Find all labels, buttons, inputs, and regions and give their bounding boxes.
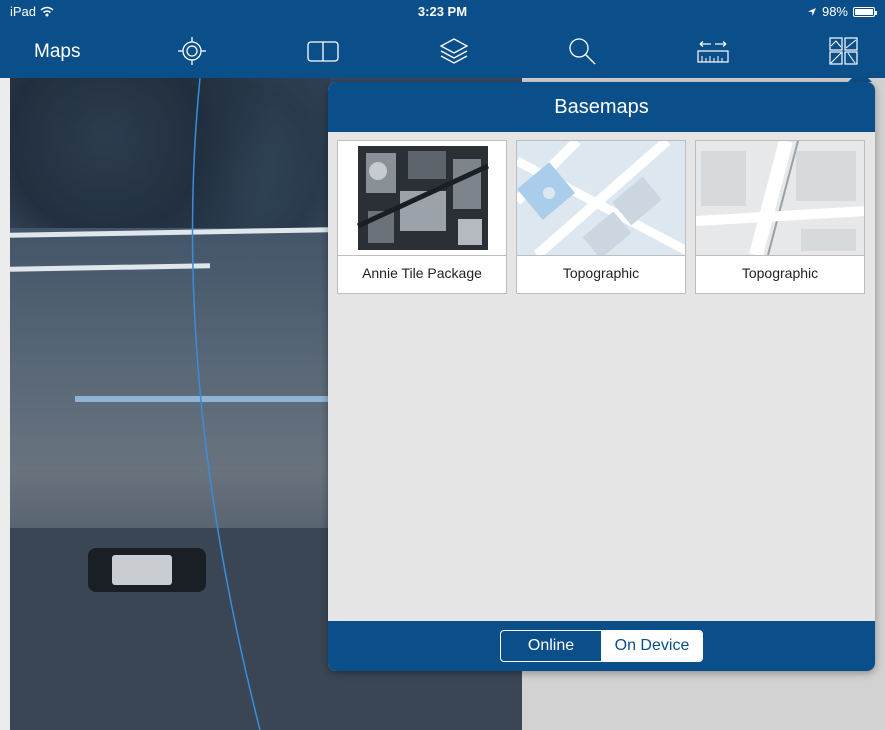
topographic-thumbnail xyxy=(517,141,685,256)
basemap-tile-annie-tile-package[interactable]: Annie Tile Package xyxy=(337,140,507,294)
battery-percent: 98% xyxy=(821,4,848,19)
maps-button[interactable]: Maps xyxy=(34,41,80,63)
segment-on-device[interactable]: On Device xyxy=(602,631,702,661)
topographic-thumbnail xyxy=(696,141,864,256)
aerial-thumbnail xyxy=(338,141,506,256)
basemap-gallery-icon[interactable] xyxy=(828,36,860,66)
location-arrow-icon xyxy=(807,7,816,16)
status-right: 98% xyxy=(807,4,877,19)
measure-icon[interactable] xyxy=(697,36,729,66)
popover-arrow xyxy=(848,70,872,82)
basemap-tile-label: Topographic xyxy=(741,265,819,281)
bookmarks-icon[interactable] xyxy=(307,36,339,66)
popover-title: Basemaps xyxy=(328,82,875,132)
source-segmented-control: Online On Device xyxy=(500,630,703,662)
app-toolbar: Maps xyxy=(0,24,885,78)
locate-icon[interactable] xyxy=(176,36,208,66)
basemap-tile-topographic[interactable]: Topographic xyxy=(516,140,686,294)
basemap-tile-label: Annie Tile Package xyxy=(362,265,482,281)
basemaps-popover: Basemaps Annie Tile Package Topographic … xyxy=(328,82,875,671)
basemap-tile-topographic[interactable]: Topographic xyxy=(695,140,865,294)
popover-footer: Online On Device xyxy=(328,621,875,671)
layers-icon[interactable] xyxy=(438,36,470,66)
segment-online[interactable]: Online xyxy=(501,631,602,661)
status-bar: iPad 3:23 PM 98% xyxy=(0,0,885,24)
search-icon[interactable] xyxy=(566,36,598,66)
status-time: 3:23 PM xyxy=(417,4,468,19)
basemap-tile-label: Topographic xyxy=(562,265,640,281)
battery-icon xyxy=(853,6,877,17)
